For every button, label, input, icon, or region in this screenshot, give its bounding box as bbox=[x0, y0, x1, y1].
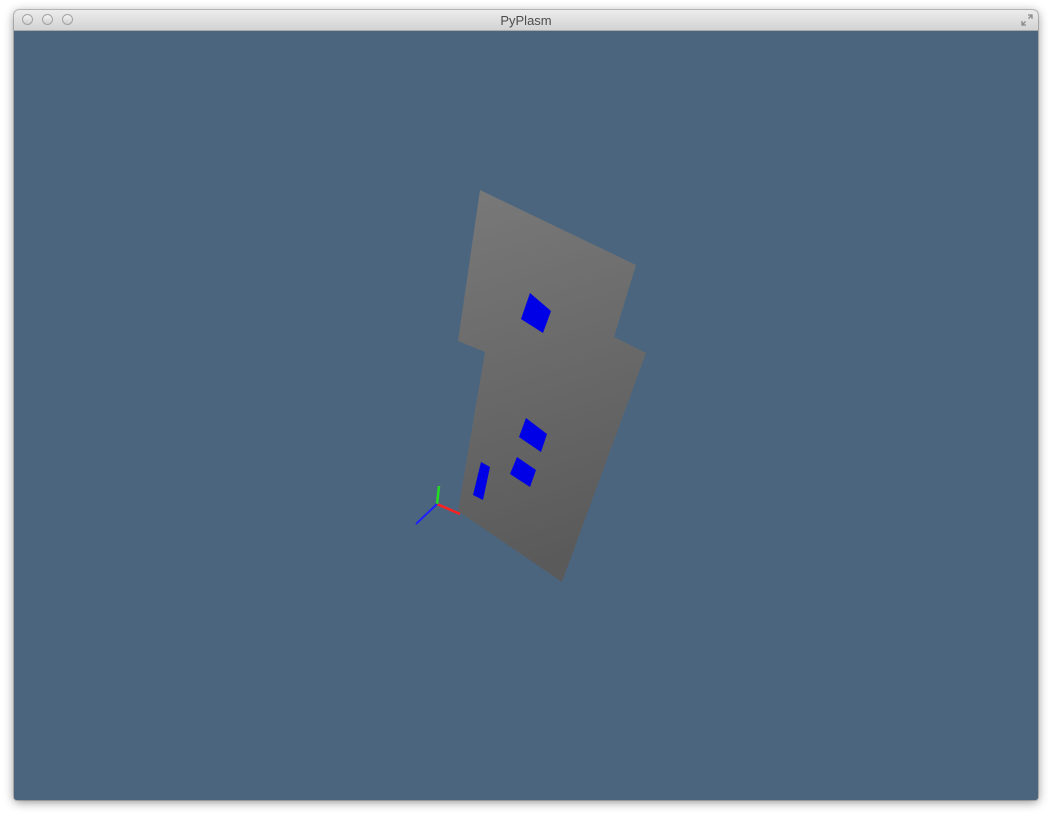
app-window: PyPlasm bbox=[14, 10, 1038, 800]
window-title: PyPlasm bbox=[500, 13, 552, 28]
3d-viewport[interactable] bbox=[14, 31, 1038, 800]
fullscreen-icon[interactable] bbox=[1020, 13, 1034, 27]
title-bar[interactable]: PyPlasm bbox=[14, 10, 1038, 31]
